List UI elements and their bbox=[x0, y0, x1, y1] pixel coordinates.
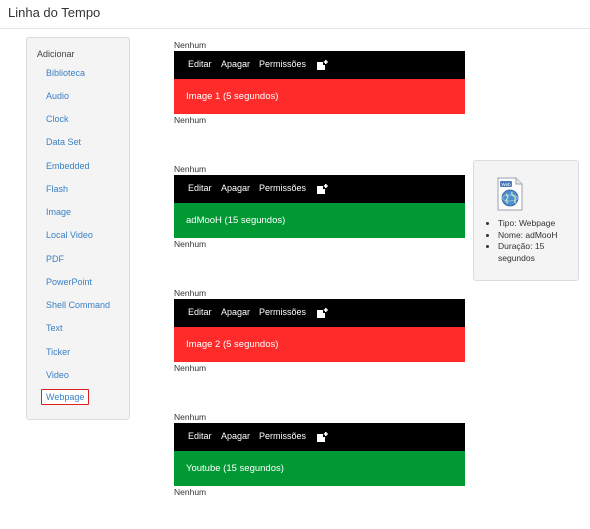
permissions-button[interactable]: Permissões bbox=[259, 183, 306, 193]
region-transition-label: Nenhum bbox=[174, 40, 207, 50]
region-toolbar: Editar Apagar Permissões bbox=[174, 175, 465, 203]
delete-button[interactable]: Apagar bbox=[221, 59, 250, 69]
plus-icon[interactable] bbox=[317, 307, 329, 319]
media-item-label: Image 2 (5 segundos) bbox=[186, 339, 279, 350]
sidebar-item-text[interactable]: Text bbox=[46, 323, 63, 333]
media-item[interactable]: adMooH (15 segundos) bbox=[174, 203, 465, 238]
media-item[interactable]: Image 1 (5 segundos) bbox=[174, 79, 465, 114]
region-transition-label: Nenhum bbox=[174, 288, 207, 298]
media-name: Nome: adMooH bbox=[498, 230, 582, 242]
delete-button[interactable]: Apagar bbox=[221, 183, 250, 193]
media-type: Tipo: Webpage bbox=[498, 218, 582, 230]
media-item-label: Youtube (15 segundos) bbox=[186, 463, 284, 474]
sidebar-item-pdf[interactable]: PDF bbox=[46, 254, 64, 264]
region-toolbar: Editar Apagar Permissões bbox=[174, 299, 465, 327]
region-transition-label: Nenhum bbox=[174, 239, 207, 249]
region-toolbar: Editar Apagar Permissões bbox=[174, 423, 465, 451]
sidebar-item-video[interactable]: Video bbox=[46, 370, 69, 380]
permissions-button[interactable]: Permissões bbox=[259, 431, 306, 441]
edit-button[interactable]: Editar bbox=[188, 59, 212, 69]
page-header: Linha do Tempo bbox=[0, 0, 590, 29]
edit-button[interactable]: Editar bbox=[188, 431, 212, 441]
sidebar-item-powerpoint[interactable]: PowerPoint bbox=[46, 277, 92, 287]
media-info-panel: Web Tipo: Webpage Nome: adMooH Duração: … bbox=[473, 160, 579, 281]
plus-icon[interactable] bbox=[317, 183, 329, 195]
sidebar-item-audio[interactable]: Audio bbox=[46, 91, 69, 101]
delete-button[interactable]: Apagar bbox=[221, 307, 250, 317]
media-duration: Duração: 15 segundos bbox=[498, 241, 582, 264]
region-transition-label: Nenhum bbox=[174, 487, 207, 497]
media-item[interactable]: Image 2 (5 segundos) bbox=[174, 327, 465, 362]
sidebar-item-ticker[interactable]: Ticker bbox=[46, 347, 70, 357]
sidebar-item-data-set[interactable]: Data Set bbox=[46, 137, 81, 147]
region-transition-label: Nenhum bbox=[174, 363, 207, 373]
web-icon: Web bbox=[497, 177, 523, 211]
add-media-sidebar: Adicionar Biblioteca Audio Clock Data Se… bbox=[26, 37, 130, 420]
sidebar-item-webpage[interactable]: Webpage bbox=[41, 389, 90, 405]
sidebar-item-shell-command[interactable]: Shell Command bbox=[46, 300, 110, 310]
region-transition-label: Nenhum bbox=[174, 115, 207, 125]
media-item[interactable]: Youtube (15 segundos) bbox=[174, 451, 465, 486]
sidebar-heading: Adicionar bbox=[37, 49, 75, 59]
region-toolbar: Editar Apagar Permissões bbox=[174, 51, 465, 79]
edit-button[interactable]: Editar bbox=[188, 183, 212, 193]
sidebar-item-flash[interactable]: Flash bbox=[46, 184, 68, 194]
media-item-label: Image 1 (5 segundos) bbox=[186, 91, 279, 102]
edit-button[interactable]: Editar bbox=[188, 307, 212, 317]
sidebar-item-biblioteca[interactable]: Biblioteca bbox=[46, 68, 85, 78]
permissions-button[interactable]: Permissões bbox=[259, 307, 306, 317]
sidebar-item-embedded[interactable]: Embedded bbox=[46, 161, 90, 171]
region-transition-label: Nenhum bbox=[174, 412, 207, 422]
plus-icon[interactable] bbox=[317, 431, 329, 443]
media-item-label: adMooH (15 segundos) bbox=[186, 215, 286, 226]
sidebar-item-image[interactable]: Image bbox=[46, 207, 71, 217]
permissions-button[interactable]: Permissões bbox=[259, 59, 306, 69]
media-info-list: Tipo: Webpage Nome: adMooH Duração: 15 s… bbox=[484, 218, 582, 264]
sidebar-item-local-video[interactable]: Local Video bbox=[46, 230, 93, 240]
region-transition-label: Nenhum bbox=[174, 164, 207, 174]
page-title: Linha do Tempo bbox=[8, 5, 101, 20]
plus-icon[interactable] bbox=[317, 59, 329, 71]
delete-button[interactable]: Apagar bbox=[221, 431, 250, 441]
sidebar-item-clock[interactable]: Clock bbox=[46, 114, 69, 124]
svg-text:Web: Web bbox=[501, 182, 511, 187]
